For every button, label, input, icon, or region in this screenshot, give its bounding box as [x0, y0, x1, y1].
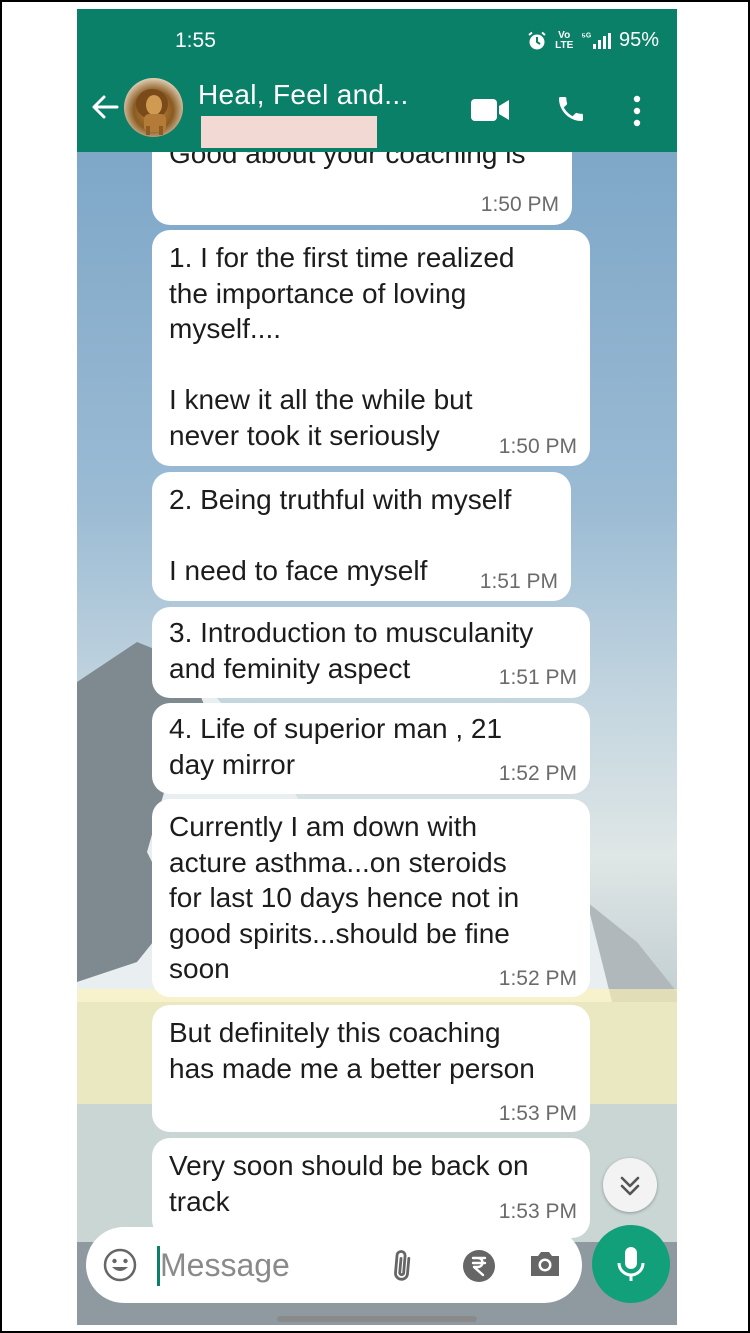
volte-bottom: LTE	[555, 39, 574, 51]
gesture-nav-handle[interactable]	[277, 1316, 477, 1322]
message-input[interactable]	[160, 1241, 370, 1289]
message-time: 1:51 PM	[479, 570, 558, 593]
message-time: 1:50 PM	[498, 435, 577, 458]
message-bubble[interactable]: Currently I am down with acture asthma..…	[152, 799, 590, 997]
volte-top: Vo	[558, 29, 571, 41]
rupee-icon[interactable]	[461, 1248, 497, 1284]
message-time: 1:51 PM	[498, 666, 577, 689]
status-icons: Vo LTE ⁵ᴳ 95%	[527, 29, 659, 52]
redacted-subtitle	[201, 116, 377, 148]
alarm-icon	[528, 31, 546, 49]
scroll-down-icon	[620, 1176, 640, 1196]
top-bar: 1:55 Vo LTE ⁵ᴳ 95% Heal, Feel and...	[77, 9, 677, 152]
emoji-icon[interactable]	[102, 1247, 138, 1283]
battery-level: 95%	[618, 29, 659, 51]
volte-indicator: Vo LTE	[555, 29, 574, 51]
message-composer	[86, 1227, 582, 1303]
video-call-icon[interactable]	[469, 95, 511, 125]
message-time: 1:53 PM	[498, 1102, 577, 1125]
mic-icon	[617, 1247, 645, 1281]
phone-screen: 1:55 Vo LTE ⁵ᴳ 95% Heal, Feel and... Goo…	[77, 9, 677, 1325]
signal-icon	[592, 32, 611, 49]
network-type: ⁵ᴳ	[581, 31, 611, 49]
status-time: 1:55	[175, 29, 216, 52]
message-text: Very soon should be back on track	[169, 1150, 529, 1217]
message-text: 3. Introduction to musculanity and femin…	[169, 617, 534, 684]
scroll-to-bottom-button[interactable]	[603, 1158, 657, 1212]
message-text: But definitely this coaching has made me…	[169, 1017, 535, 1084]
message-text: 4. Life of superior man , 21 day mirror	[169, 713, 503, 780]
message-bubble[interactable]: 1. I for the first time realized the imp…	[152, 230, 590, 466]
message-text: Good about your coaching is	[169, 152, 526, 169]
message-bubble[interactable]: Very soon should be back on track 1:53 P…	[152, 1138, 590, 1238]
message-bubble[interactable]: But definitely this coaching has made me…	[152, 1005, 590, 1132]
phone-icon[interactable]	[555, 93, 587, 125]
back-arrow-icon[interactable]	[89, 91, 121, 123]
status-bar: 1:55 Vo LTE ⁵ᴳ 95%	[77, 9, 677, 69]
message-bubble[interactable]: 2. Being truthful with myself I need to …	[152, 472, 571, 601]
chat-title[interactable]: Heal, Feel and...	[198, 79, 409, 111]
mic-button[interactable]	[592, 1225, 670, 1303]
screenshot-frame: 1:55 Vo LTE ⁵ᴳ 95% Heal, Feel and... Goo…	[2, 2, 748, 1331]
chat-area[interactable]: Good about your coaching is 1:50 PM 1. I…	[77, 152, 677, 1325]
message-bubble[interactable]: Good about your coaching is 1:50 PM	[152, 152, 572, 225]
message-time: 1:50 PM	[480, 193, 559, 216]
message-bubble[interactable]: 3. Introduction to musculanity and femin…	[152, 607, 590, 698]
message-bubble[interactable]: 4. Life of superior man , 21 day mirror …	[152, 703, 590, 794]
message-text: Currently I am down with acture asthma..…	[169, 811, 520, 984]
message-time: 1:53 PM	[498, 1200, 577, 1223]
message-text: 2. Being truthful with myself I need to …	[169, 484, 512, 586]
network-label: ⁵ᴳ	[581, 31, 591, 43]
message-text: 1. I for the first time realized the imp…	[169, 242, 515, 451]
avatar[interactable]	[124, 78, 183, 137]
more-vert-icon[interactable]	[629, 93, 645, 129]
lion-avatar-image	[136, 89, 168, 135]
chat-app-bar: Heal, Feel and...	[77, 71, 677, 151]
camera-icon[interactable]	[527, 1248, 563, 1280]
message-time: 1:52 PM	[498, 967, 577, 990]
attach-icon[interactable]	[384, 1245, 424, 1285]
message-time: 1:52 PM	[498, 762, 577, 785]
